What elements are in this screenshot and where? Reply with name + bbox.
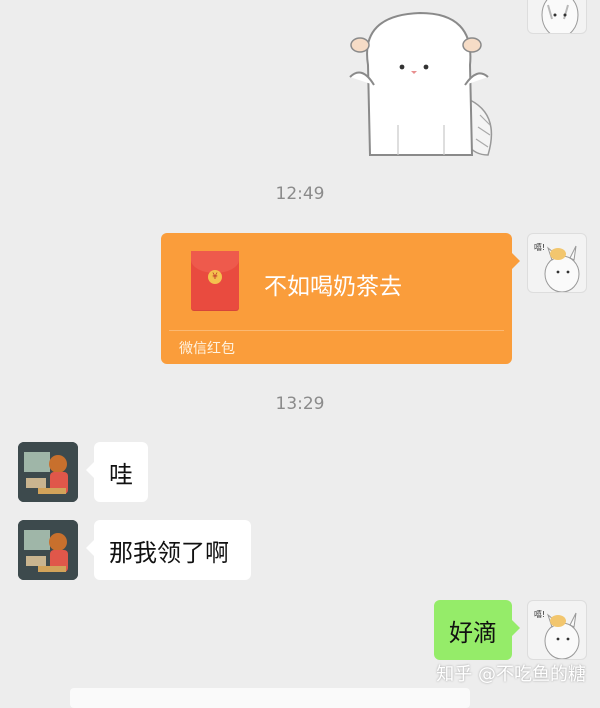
hamster-sticker-image: [349, 11, 493, 156]
own-avatar-top[interactable]: [527, 0, 587, 34]
watermark: 知乎 @不吃鱼的糖: [436, 664, 586, 685]
person-photo-avatar-icon: [18, 520, 78, 580]
message-bubble[interactable]: 好滴: [434, 600, 520, 660]
message-text: 那我领了啊: [109, 538, 229, 567]
cat-avatar-icon: 嘻!: [534, 242, 580, 292]
contact-avatar[interactable]: [18, 520, 78, 580]
red-packet-message: 不如喝奶茶去: [264, 274, 402, 300]
divider: [169, 330, 504, 331]
cat-avatar-icon: 嘻!: [534, 609, 580, 659]
svg-text:嘻!: 嘻!: [534, 609, 545, 619]
message-bubble[interactable]: 那我领了啊: [86, 520, 251, 580]
timestamp: 13:29: [275, 394, 325, 414]
message-text: 哇: [109, 460, 133, 489]
red-packet-card[interactable]: ¥ 不如喝奶茶去 微信红包: [161, 233, 520, 364]
message-bubble[interactable]: 哇: [86, 442, 148, 502]
message-text: 好滴: [449, 618, 497, 647]
person-photo-avatar-icon: [18, 442, 78, 502]
hamster-sticker[interactable]: [340, 5, 505, 160]
timestamp: 12:49: [275, 184, 325, 204]
svg-text:嘻!: 嘻!: [534, 242, 545, 252]
contact-avatar[interactable]: [18, 442, 78, 502]
own-avatar[interactable]: 嘻!: [527, 600, 587, 660]
input-bar-edge: [70, 688, 470, 708]
red-packet-source-label: 微信红包: [179, 341, 235, 357]
own-avatar[interactable]: 嘻!: [527, 233, 587, 293]
red-envelope-icon: ¥: [191, 251, 239, 311]
cat-avatar-icon: [541, 0, 579, 33]
